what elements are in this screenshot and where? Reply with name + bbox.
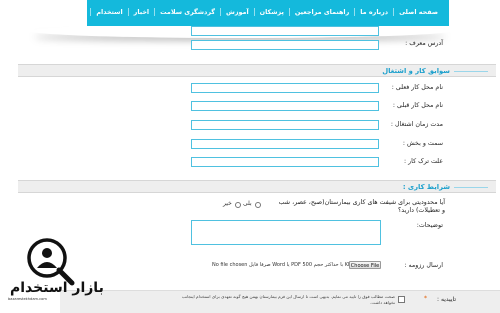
previous-workplace-input[interactable] bbox=[191, 101, 379, 111]
employment-duration-label: مدت زمان اشتغال : bbox=[390, 121, 443, 128]
work-history-title: سوابق کار و اشتغال bbox=[382, 67, 450, 75]
position-department-input[interactable] bbox=[191, 139, 379, 149]
shift-no-label: خیر bbox=[223, 200, 232, 207]
notes-label: توضیحات: bbox=[416, 222, 443, 229]
required-mark: * bbox=[424, 295, 427, 302]
choose-file-button[interactable]: Choose File bbox=[349, 261, 381, 269]
position-department-label: سمت و بخش : bbox=[402, 140, 443, 147]
watermark-brand-text: بازار استخدام bbox=[10, 280, 104, 296]
confirm-label: تاییدیه : bbox=[437, 296, 456, 303]
nav-item-contact[interactable]: ارتباط با ما bbox=[45, 8, 91, 16]
nav-item-news[interactable]: اخبار bbox=[127, 8, 154, 16]
shift-yes-label: بلی bbox=[243, 200, 252, 207]
employment-duration-input[interactable] bbox=[191, 120, 379, 130]
previous-workplace-label: نام محل کار قبلی : bbox=[392, 102, 443, 109]
top-navbar: صفحه اصلی درباره ما راهنمای مراجعین پزشک… bbox=[50, 0, 449, 26]
nav-item-doctors[interactable]: پزشکان bbox=[253, 8, 289, 16]
conditions-header: شرایط کاری : bbox=[18, 180, 496, 193]
work-history-header: سوابق کار و اشتغال bbox=[18, 64, 496, 77]
shift-yes-radio[interactable] bbox=[255, 202, 261, 208]
nav-item-guide[interactable]: راهنمای مراجعین bbox=[288, 8, 354, 16]
resume-label: ارسال رزومه : bbox=[404, 262, 443, 269]
shift-no-radio[interactable] bbox=[235, 202, 241, 208]
nav-item-jobs[interactable]: استخدام bbox=[90, 8, 127, 16]
nav-item-home[interactable]: صفحه اصلی bbox=[393, 8, 443, 16]
current-workplace-input[interactable] bbox=[191, 83, 379, 93]
introducer-address-input[interactable] bbox=[191, 40, 379, 50]
section-title-underline bbox=[454, 187, 488, 188]
watermark-url: bazarestekhdam.com bbox=[8, 297, 47, 301]
previous-field-input[interactable] bbox=[191, 26, 379, 36]
nav-item-health-tourism[interactable]: گردشگری سلامت bbox=[154, 8, 220, 16]
shift-question-label: آیا محدودیتی برای شیفت های کاری بیمارستا… bbox=[278, 199, 445, 214]
leaving-reason-input[interactable] bbox=[191, 157, 379, 167]
file-hint-text: No file chosen صرفا فایل Word یا PDF با … bbox=[212, 262, 352, 268]
section-title-underline bbox=[454, 71, 488, 72]
conditions-title: شرایط کاری : bbox=[402, 183, 450, 191]
confirm-checkbox[interactable] bbox=[398, 296, 405, 303]
notes-textarea[interactable] bbox=[191, 220, 381, 245]
current-workplace-label: نام محل کار فعلی : bbox=[391, 84, 443, 91]
confirm-text: صحت مطالب فوق را تایید می نمایم. بدیهی ا… bbox=[181, 294, 395, 305]
nav-menu: صفحه اصلی درباره ما راهنمای مراجعین پزشک… bbox=[45, 8, 443, 16]
leaving-reason-label: علت ترک کار : bbox=[404, 158, 443, 165]
nav-item-about[interactable]: درباره ما bbox=[354, 8, 393, 16]
nav-item-education[interactable]: آموزش bbox=[220, 8, 254, 16]
introducer-address-label: آدرس معرف : bbox=[405, 40, 443, 47]
